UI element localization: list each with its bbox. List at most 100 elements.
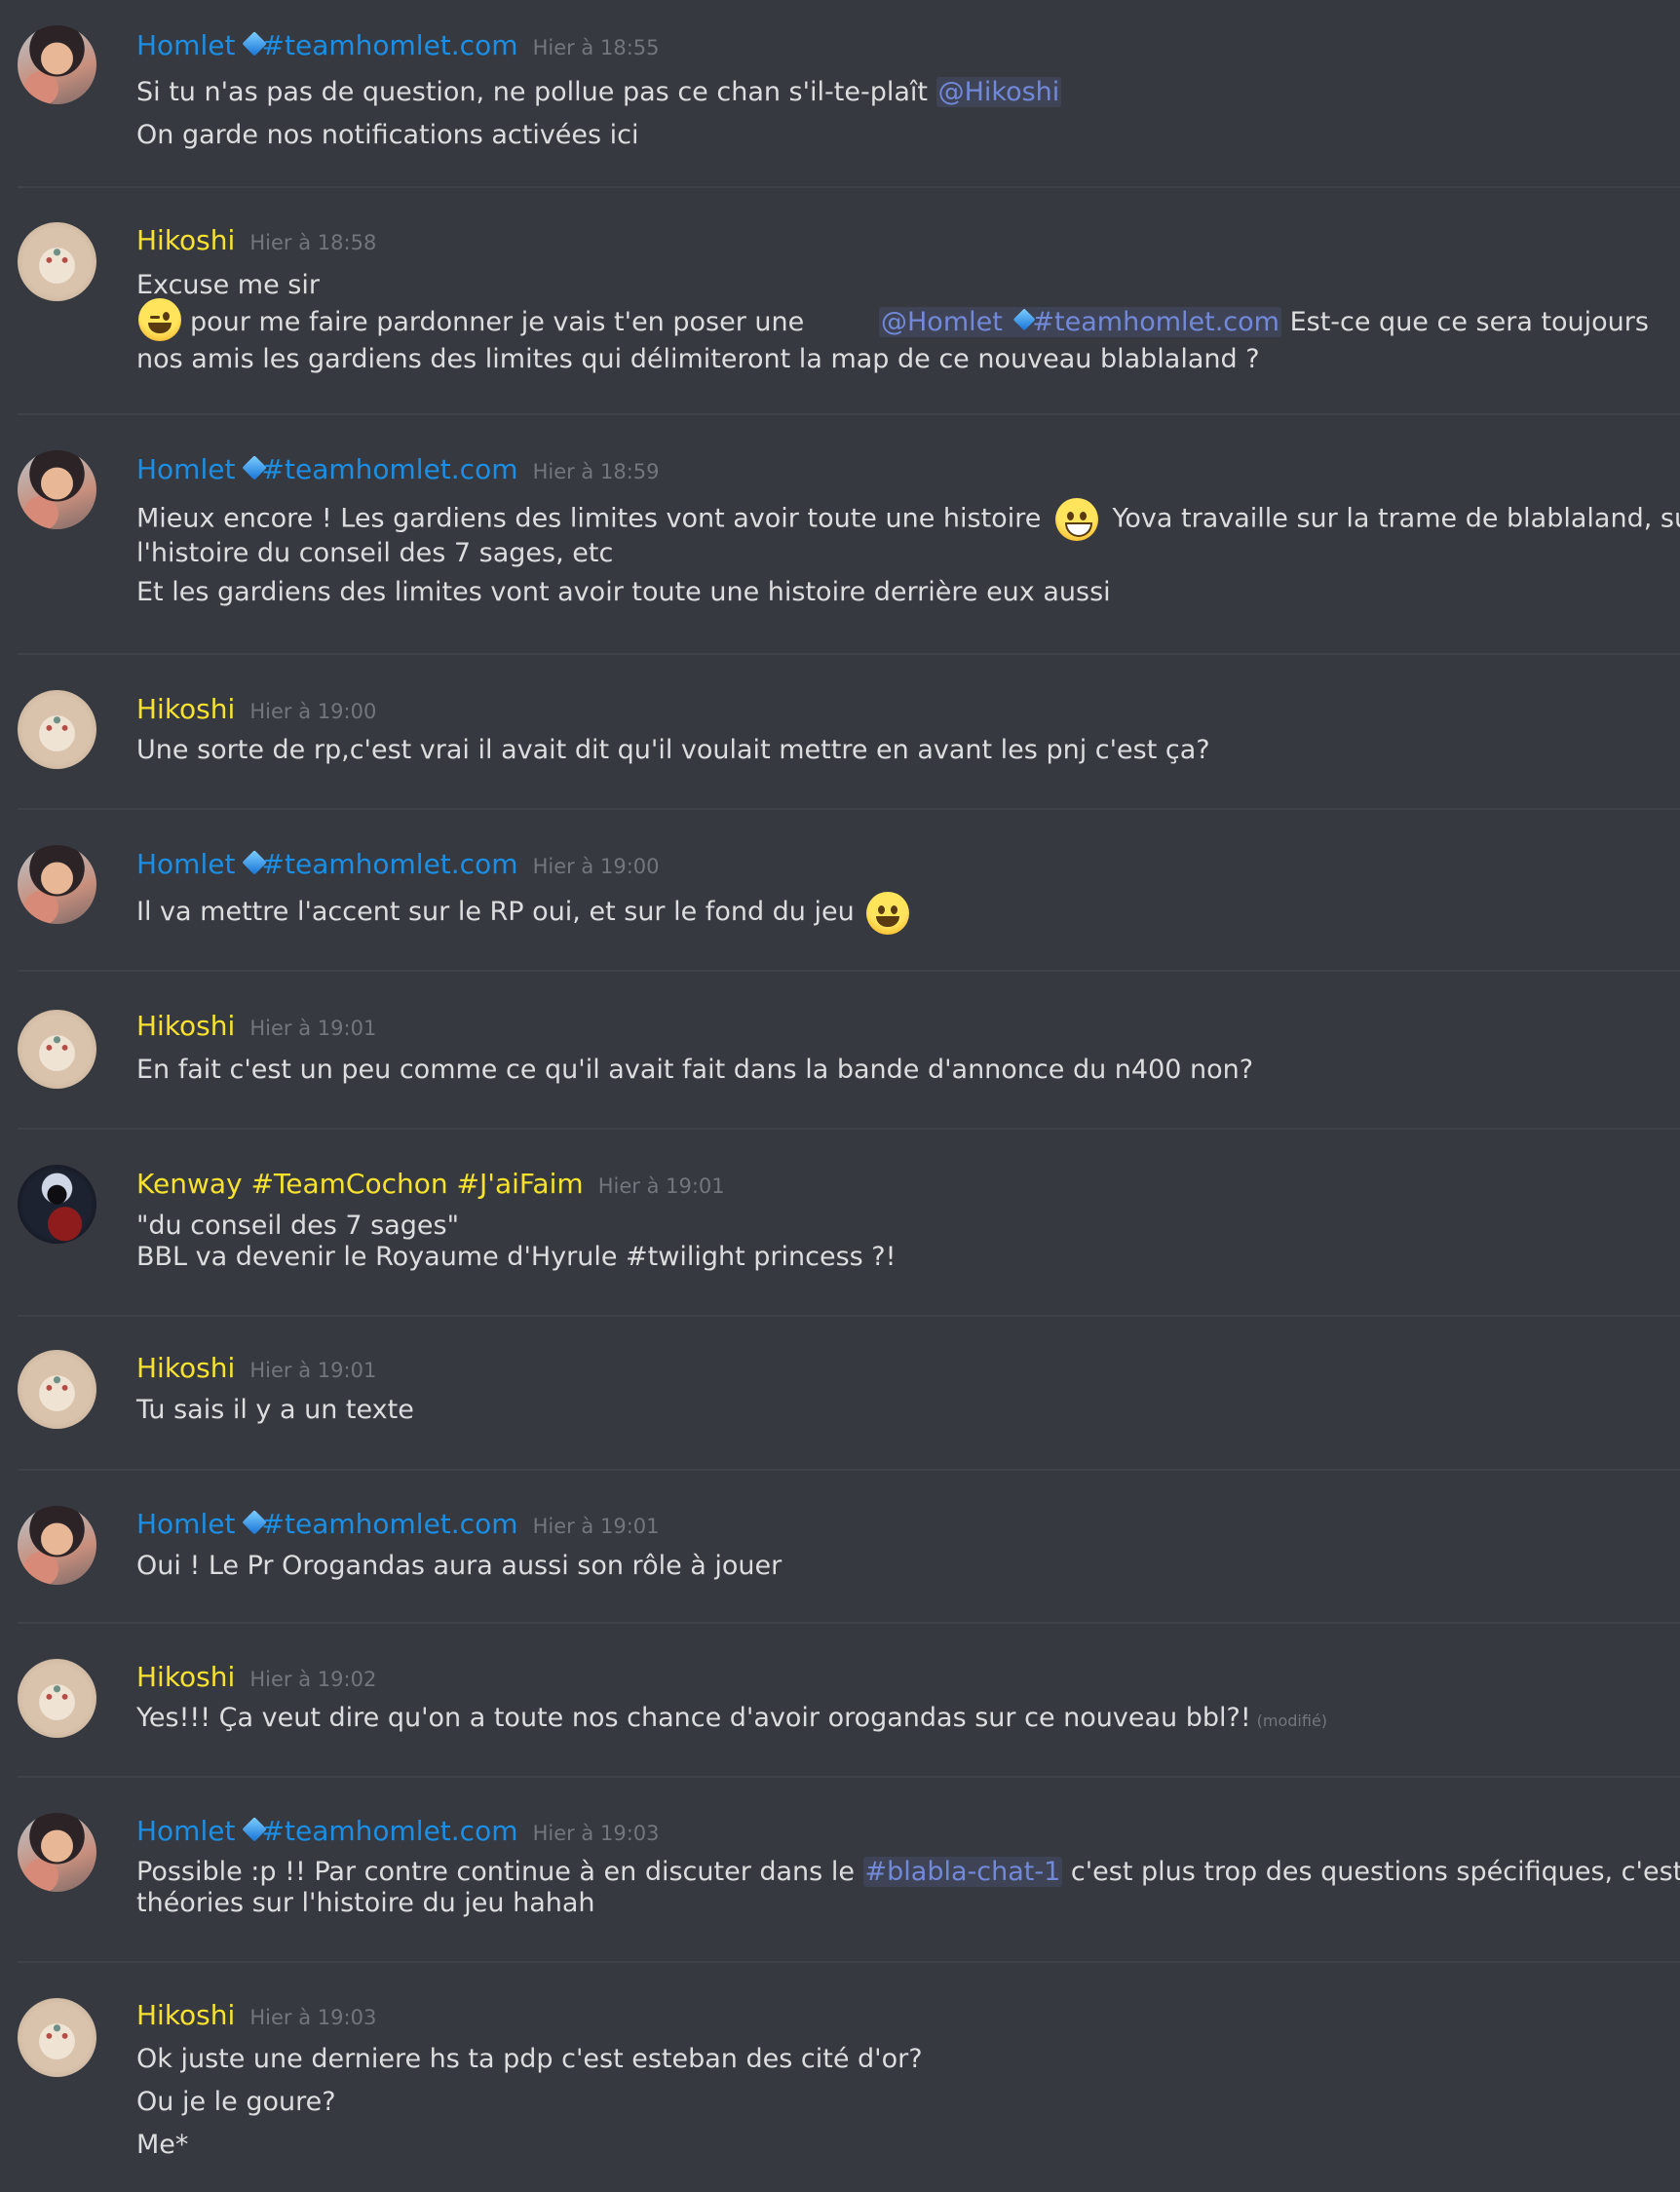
author-name[interactable]: Homlet — [136, 848, 235, 880]
message-text: Si tu n'as pas de question, ne pollue pa… — [136, 77, 936, 107]
message-hikoshi-1858: Hikoshi Hier à 18:58 Excuse me sir pour … — [0, 187, 1680, 413]
message-header: Hikoshi Hier à 19:02 — [136, 1661, 376, 1698]
message-body: En fait c'est un peu comme ce qu'il avai… — [136, 1055, 1657, 1086]
message-text: théories sur l'histoire du jeu hahah — [136, 1888, 595, 1918]
message-text: BBL va devenir le Royaume d'Hyrule #twil… — [136, 1242, 897, 1272]
avatar-kenway[interactable] — [18, 1165, 96, 1244]
timestamp[interactable]: Hier à 18:58 — [249, 231, 376, 254]
avatar-homlet[interactable] — [18, 450, 96, 529]
message-body: Une sorte de rp,c'est vrai il avait dit … — [136, 735, 1657, 766]
message-body: Oui ! Le Pr Orogandas aura aussi son rôl… — [136, 1551, 1657, 1582]
smiling-face-emoji — [866, 891, 910, 935]
timestamp[interactable]: Hier à 19:00 — [533, 855, 660, 878]
channel-link-blabla-chat-1[interactable]: #blabla-chat-1 — [862, 1857, 1063, 1887]
message-text: Excuse me sir — [136, 270, 320, 300]
mention-name: @Homlet — [881, 307, 1003, 337]
message-text: En fait c'est un peu comme ce qu'il avai… — [136, 1055, 1254, 1085]
timestamp[interactable]: Hier à 19:03 — [533, 1822, 660, 1845]
message-header: Kenway #TeamCochon #J'aiFaim Hier à 19:0… — [136, 1168, 725, 1205]
edited-label: (modifié) — [1256, 1711, 1328, 1730]
message-body: Il va mettre l'accent sur le RP oui, et … — [136, 891, 1657, 935]
avatar-hikoshi[interactable] — [18, 1010, 96, 1089]
avatar-hikoshi[interactable] — [18, 1998, 96, 2077]
avatar-hikoshi[interactable] — [18, 222, 96, 301]
message-text: Mieux encore ! Les gardiens des limites … — [136, 503, 1042, 534]
message-body: Mieux encore ! Les gardiens des limites … — [136, 498, 1680, 615]
message-header: Hikoshi Hier à 19:03 — [136, 1999, 376, 2036]
author-name[interactable]: Homlet — [136, 453, 235, 485]
avatar-hikoshi[interactable] — [18, 1659, 96, 1738]
message-text: pour me faire pardonner je vais t'en pos… — [190, 307, 805, 337]
author-name[interactable]: Hikoshi — [136, 1999, 235, 2031]
message-body: Si tu n'as pas de question, ne pollue pa… — [136, 71, 1657, 157]
timestamp[interactable]: Hier à 19:02 — [249, 1668, 376, 1691]
author-name[interactable]: Homlet — [136, 1815, 235, 1847]
author-tag[interactable]: #teamhomlet.com — [262, 29, 518, 61]
author-name[interactable]: Kenway #TeamCochon #J'aiFaim — [136, 1168, 584, 1200]
avatar-homlet[interactable] — [18, 1813, 96, 1892]
message-header: Hikoshi Hier à 18:58 — [136, 224, 376, 261]
message-body: Ok juste une derniere hs ta pdp c'est es… — [136, 2038, 1657, 2167]
message-hikoshi-1900a: Hikoshi Hier à 19:00 Une sorte de rp,c'e… — [0, 654, 1680, 808]
message-hikoshi-1903: Hikoshi Hier à 19:03 Ok juste une dernie… — [0, 1962, 1680, 2192]
author-name[interactable]: Homlet — [136, 29, 235, 61]
message-hikoshi-1902: Hikoshi Hier à 19:02 Yes!!! Ça veut dire… — [0, 1623, 1680, 1776]
chat-log: Homlet #teamhomlet.com Hier à 18:55 Si t… — [0, 0, 1680, 2192]
winking-face-emoji — [138, 298, 181, 341]
message-text: Il va mettre l'accent sur le RP oui, et … — [136, 897, 855, 927]
message-homlet-1903: Homlet #teamhomlet.com Hier à 19:03 Poss… — [0, 1777, 1680, 1961]
message-header: Homlet #teamhomlet.com Hier à 18:59 — [136, 453, 660, 490]
avatar-homlet[interactable] — [18, 25, 96, 104]
message-text: On garde nos notifications activées ici — [136, 120, 639, 150]
author-name[interactable]: Hikoshi — [136, 1352, 235, 1384]
author-tag[interactable]: #teamhomlet.com — [262, 453, 518, 485]
message-homlet-1901: Homlet #teamhomlet.com Hier à 19:01 Oui … — [0, 1470, 1680, 1622]
author-tag[interactable]: #teamhomlet.com — [262, 848, 518, 880]
timestamp[interactable]: Hier à 19:00 — [249, 700, 376, 723]
message-body: Tu sais il y a un texte — [136, 1395, 1657, 1426]
message-text: Et les gardiens des limites vont avoir t… — [136, 577, 1111, 607]
author-name[interactable]: Hikoshi — [136, 1661, 235, 1693]
avatar-homlet[interactable] — [18, 845, 96, 924]
author-name[interactable]: Hikoshi — [136, 1010, 235, 1042]
author-tag[interactable]: #teamhomlet.com — [262, 1508, 518, 1540]
message-text: Me* — [136, 2130, 189, 2160]
timestamp[interactable]: Hier à 18:55 — [533, 36, 660, 59]
timestamp[interactable]: Hier à 19:01 — [249, 1359, 376, 1382]
user-mention[interactable]: @Hikoshi — [935, 77, 1062, 107]
author-name[interactable]: Hikoshi — [136, 224, 235, 256]
avatar-homlet[interactable] — [18, 1506, 96, 1585]
mention-tag: #teamhomlet.com — [1032, 307, 1279, 337]
message-header: Homlet #teamhomlet.com Hier à 19:01 — [136, 1508, 660, 1545]
message-text: l'histoire du conseil des 7 sages, etc — [136, 538, 614, 568]
timestamp[interactable]: Hier à 18:59 — [533, 460, 660, 483]
grinning-face-emoji — [1054, 498, 1098, 541]
message-text: Ok juste une derniere hs ta pdp c'est es… — [136, 2044, 923, 2074]
timestamp[interactable]: Hier à 19:03 — [249, 2006, 376, 2029]
message-homlet-1855: Homlet #teamhomlet.com Hier à 18:55 Si t… — [0, 0, 1680, 185]
message-text: nos amis les gardiens des limites qui dé… — [136, 344, 1260, 374]
author-name[interactable]: Homlet — [136, 1508, 235, 1540]
message-header: Hikoshi Hier à 19:01 — [136, 1352, 376, 1389]
author-name[interactable]: Hikoshi — [136, 693, 235, 725]
message-header: Homlet #teamhomlet.com Hier à 19:00 — [136, 848, 660, 885]
timestamp[interactable]: Hier à 19:01 — [249, 1017, 376, 1040]
message-header: Homlet #teamhomlet.com Hier à 18:55 — [136, 29, 660, 66]
message-header: Hikoshi Hier à 19:01 — [136, 1010, 376, 1047]
timestamp[interactable]: Hier à 19:01 — [598, 1174, 725, 1198]
message-homlet-1900: Homlet #teamhomlet.com Hier à 19:00 Il v… — [0, 809, 1680, 970]
message-text: Tu sais il y a un texte — [136, 1395, 414, 1425]
message-hikoshi-1901b: Hikoshi Hier à 19:01 Tu sais il y a un t… — [0, 1316, 1680, 1469]
timestamp[interactable]: Hier à 19:01 — [533, 1515, 660, 1538]
avatar-hikoshi[interactable] — [18, 690, 96, 769]
message-text: c'est plus trop des questions spécifique… — [1070, 1857, 1680, 1887]
user-mention[interactable]: @Homlet #teamhomlet.com — [879, 307, 1281, 337]
author-tag[interactable]: #teamhomlet.com — [262, 1815, 518, 1847]
message-header: Hikoshi Hier à 19:00 — [136, 693, 376, 730]
message-text: Oui ! Le Pr Orogandas aura aussi son rôl… — [136, 1551, 783, 1581]
message-body: "du conseil des 7 sages" BBL va devenir … — [136, 1211, 1657, 1273]
avatar-hikoshi[interactable] — [18, 1350, 96, 1429]
message-text: Possible :p !! Par contre continue à en … — [136, 1857, 855, 1887]
message-text: Une sorte de rp,c'est vrai il avait dit … — [136, 735, 1210, 765]
message-hikoshi-1901a: Hikoshi Hier à 19:01 En fait c'est un pe… — [0, 971, 1680, 1128]
